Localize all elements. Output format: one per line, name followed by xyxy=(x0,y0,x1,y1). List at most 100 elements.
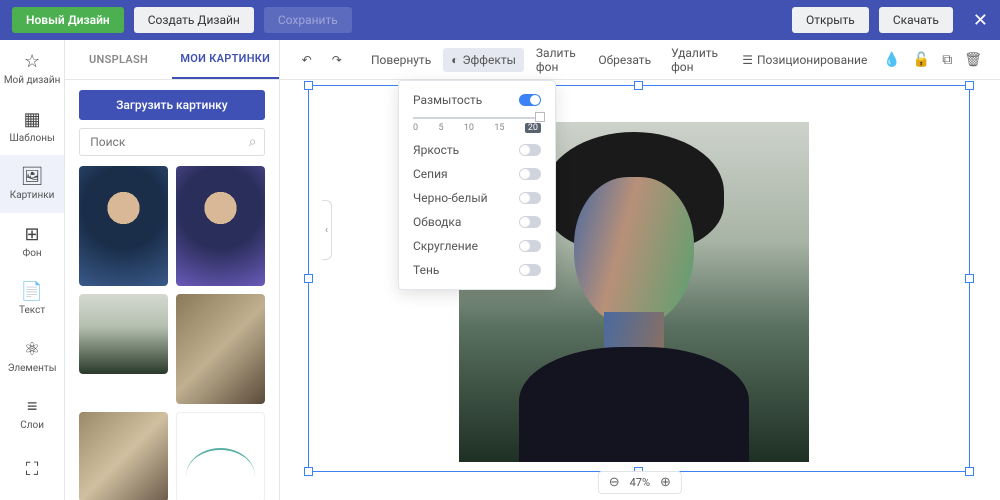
effect-brightness-toggle[interactable] xyxy=(519,144,541,156)
tab-my-images[interactable]: МОИ КАРТИНКИ xyxy=(172,40,279,79)
side-panel: UNSPLASH МОИ КАРТИНКИ Загрузить картинку… xyxy=(65,40,279,500)
image-grid xyxy=(65,166,278,500)
slider-thumb[interactable] xyxy=(535,112,545,122)
resize-handle-tr[interactable] xyxy=(965,81,974,90)
search-icon[interactable]: ⌕ xyxy=(249,134,257,150)
tick: 5 xyxy=(438,123,443,133)
nav-label: Мой дизайн xyxy=(4,75,61,86)
templates-icon: ▦ xyxy=(24,109,41,130)
lock-icon[interactable]: 🔓 xyxy=(909,48,934,72)
nav-elements[interactable]: ⚛ Элементы xyxy=(0,328,64,386)
save-button: Сохранить xyxy=(264,7,352,33)
image-thumb[interactable] xyxy=(176,166,265,286)
effect-blur-label: Размытость xyxy=(413,93,482,107)
tick: 0 xyxy=(413,123,418,133)
effect-shadow-label: Тень xyxy=(413,263,439,277)
image-icon: 🖼 xyxy=(21,166,44,187)
download-button[interactable]: Скачать xyxy=(879,7,953,33)
slider-ticks: 0 5 10 15 20 xyxy=(413,123,541,133)
effect-stroke-toggle[interactable] xyxy=(519,216,541,228)
fullscreen-icon: ⛶ xyxy=(26,459,39,480)
image-content xyxy=(574,177,694,327)
tick: 15 xyxy=(494,123,504,133)
effect-sepia-toggle[interactable] xyxy=(519,168,541,180)
close-icon[interactable]: ✕ xyxy=(973,10,988,31)
tick: 10 xyxy=(464,123,474,133)
effects-button[interactable]: ◐ Эффекты xyxy=(443,48,524,72)
remove-bg-button[interactable]: Удалить фон xyxy=(663,41,726,79)
drop-icon[interactable]: 💧 xyxy=(879,48,904,72)
tick-active: 20 xyxy=(525,123,541,133)
positioning-label: Позиционирование xyxy=(757,53,867,67)
effect-brightness-label: Яркость xyxy=(413,143,459,157)
blur-slider[interactable] xyxy=(413,117,541,119)
zoom-value: 47% xyxy=(630,476,650,489)
tab-unsplash[interactable]: UNSPLASH xyxy=(65,40,172,79)
canvas-toolbar: ↶ ↷ Повернуть ◐ Эффекты Залить фон Обреза… xyxy=(280,40,1000,80)
effect-blur-toggle[interactable] xyxy=(519,94,541,106)
delete-icon[interactable]: 🗑 xyxy=(960,48,986,72)
nav-label: Элементы xyxy=(8,363,57,374)
resize-handle-bl[interactable] xyxy=(304,467,313,476)
nav-my-design[interactable]: ☆ Мой дизайн xyxy=(0,40,64,98)
image-thumb[interactable] xyxy=(79,294,168,374)
image-thumb[interactable] xyxy=(79,412,168,500)
zoom-in-icon[interactable]: ⊕ xyxy=(660,475,671,490)
open-button[interactable]: Открыть xyxy=(792,7,869,33)
nav-text[interactable]: 📄 Текст xyxy=(0,270,64,328)
effects-label: Эффекты xyxy=(462,53,515,67)
image-thumb[interactable] xyxy=(176,412,265,500)
panel-collapse-handle[interactable]: ‹ xyxy=(322,200,332,260)
redo-button[interactable]: ↷ xyxy=(324,48,350,72)
effect-bw-toggle[interactable] xyxy=(519,192,541,204)
nav-background[interactable]: ⊞ Фон xyxy=(0,213,64,271)
resize-handle-br[interactable] xyxy=(965,467,974,476)
create-design-button[interactable]: Создать Дизайн xyxy=(134,7,254,33)
layers-icon: ≡ xyxy=(27,396,38,417)
effect-shadow-toggle[interactable] xyxy=(519,264,541,276)
rotate-button[interactable]: Повернуть xyxy=(363,48,439,72)
undo-button[interactable]: ↶ xyxy=(294,48,320,72)
crop-button[interactable]: Обрезать xyxy=(590,48,659,72)
text-icon: 📄 xyxy=(21,281,43,302)
nav-fullscreen[interactable]: ⛶ xyxy=(0,443,64,500)
upload-image-button[interactable]: Загрузить картинку xyxy=(79,90,264,120)
nav-images[interactable]: 🖼 Картинки xyxy=(0,155,64,213)
nav-templates[interactable]: ▦ Шаблоны xyxy=(0,98,64,156)
effect-sepia-label: Сепия xyxy=(413,167,448,181)
grid-icon: ⊞ xyxy=(25,224,40,245)
resize-handle-mr[interactable] xyxy=(965,274,974,283)
nav-label: Картинки xyxy=(10,190,55,201)
effect-rounding-toggle[interactable] xyxy=(519,240,541,252)
canvas-viewport[interactable]: ⊖ 47% ⊕ xyxy=(280,80,1000,500)
left-nav: ☆ Мой дизайн ▦ Шаблоны 🖼 Картинки ⊞ Фон 📄 Тек… xyxy=(0,40,65,500)
search-input[interactable] xyxy=(79,128,264,156)
image-thumb[interactable] xyxy=(79,166,168,286)
nav-label: Фон xyxy=(23,248,42,259)
image-thumb[interactable] xyxy=(176,294,265,404)
canvas-area: ↶ ↷ Повернуть ◐ Эффекты Залить фон Обреза… xyxy=(280,40,1000,500)
effects-icon: ◐ xyxy=(451,53,458,67)
effect-rounding-label: Скругление xyxy=(413,239,478,253)
effect-bw-label: Черно-белый xyxy=(413,191,488,205)
flood-bg-button[interactable]: Залить фон xyxy=(528,41,586,79)
nav-layers[interactable]: ≡ Слои xyxy=(0,385,64,443)
zoom-control: ⊖ 47% ⊕ xyxy=(598,471,682,494)
star-icon: ☆ xyxy=(24,51,40,72)
elements-icon: ⚛ xyxy=(24,339,40,360)
nav-label: Шаблоны xyxy=(9,133,54,144)
resize-handle-tm[interactable] xyxy=(634,81,643,90)
effects-panel: Размытость 0 5 10 15 20 Яркость Сепия Че… xyxy=(398,80,556,290)
effect-stroke-label: Обводка xyxy=(413,215,461,229)
nav-label: Текст xyxy=(19,305,45,316)
nav-label: Слои xyxy=(20,420,44,431)
new-design-button[interactable]: Новый Дизайн xyxy=(12,7,124,33)
positioning-button[interactable]: ☰ Позиционирование xyxy=(734,48,875,72)
image-content xyxy=(519,347,749,462)
zoom-out-icon[interactable]: ⊖ xyxy=(609,475,620,490)
positioning-icon: ☰ xyxy=(742,53,753,67)
copy-icon[interactable]: ⧉ xyxy=(938,48,956,72)
resize-handle-tl[interactable] xyxy=(304,81,313,90)
top-bar: Новый Дизайн Создать Дизайн Сохранить От… xyxy=(0,0,1000,40)
resize-handle-ml[interactable] xyxy=(304,274,313,283)
